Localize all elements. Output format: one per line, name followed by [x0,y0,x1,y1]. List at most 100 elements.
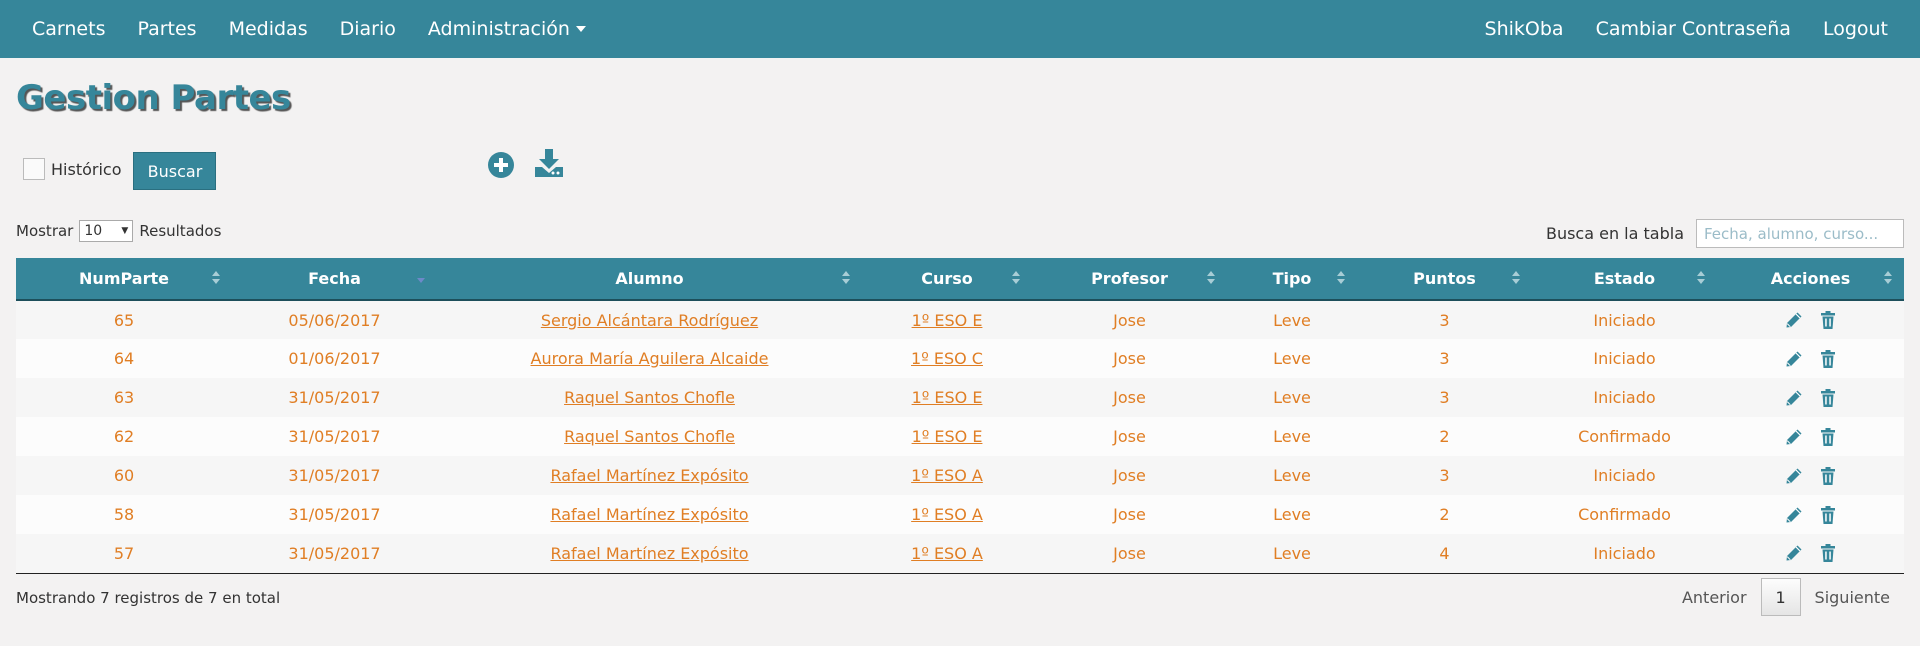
cell-estado: Iniciado [1532,534,1717,574]
cell-profesor: Jose [1032,339,1227,378]
cell-acciones [1717,495,1904,534]
cell-fecha: 05/06/2017 [232,300,437,339]
cell-estado: Iniciado [1532,339,1717,378]
cell-acciones [1717,417,1904,456]
cell-numparte: 57 [16,534,232,574]
edit-pencil-icon[interactable] [1784,388,1804,408]
edit-pencil-icon[interactable] [1784,543,1804,563]
alumno-link[interactable]: Rafael Martínez Expósito [550,466,748,485]
col-label: Tipo [1272,269,1312,288]
curso-link[interactable]: 1º ESO E [912,388,983,407]
cell-curso: 1º ESO E [862,300,1032,339]
col-header-tipo[interactable]: Tipo [1227,258,1357,301]
trash-icon[interactable] [1818,543,1838,563]
download-icon[interactable] [533,148,565,178]
trash-icon[interactable] [1818,388,1838,408]
curso-link[interactable]: 1º ESO A [911,466,983,485]
col-header-puntos[interactable]: Puntos [1357,258,1532,301]
cell-tipo: Leve [1227,300,1357,339]
pagination: Anterior 1 Siguiente [1668,578,1904,616]
curso-link[interactable]: 1º ESO C [911,349,983,368]
alumno-link[interactable]: Raquel Santos Chofle [564,427,735,446]
edit-pencil-icon[interactable] [1784,466,1804,486]
cell-acciones [1717,339,1904,378]
filter-toolbar: Histórico Buscar [23,148,217,190]
nav-link-user[interactable]: ShikOba [1469,0,1580,58]
cell-curso: 1º ESO E [862,417,1032,456]
alumno-link[interactable]: Rafael Martínez Expósito [550,544,748,563]
nav-link-carnets[interactable]: Carnets [16,0,121,58]
trash-icon[interactable] [1818,466,1838,486]
nav-link-diario[interactable]: Diario [324,0,412,58]
trash-icon[interactable] [1818,349,1838,369]
cell-acciones [1717,300,1904,339]
trash-icon[interactable] [1818,505,1838,525]
alumno-link[interactable]: Aurora María Aguilera Alcaide [531,349,769,368]
edit-pencil-icon[interactable] [1784,505,1804,525]
table-row: 64 01/06/2017 Aurora María Aguilera Alca… [16,339,1904,378]
trash-icon[interactable] [1818,427,1838,447]
sort-icon [1512,271,1520,285]
cell-curso: 1º ESO E [862,378,1032,417]
pagination-next[interactable]: Siguiente [1801,588,1904,607]
cell-curso: 1º ESO C [862,339,1032,378]
col-header-alumno[interactable]: Alumno [437,258,862,301]
pagination-prev[interactable]: Anterior [1668,588,1761,607]
col-header-curso[interactable]: Curso [862,258,1032,301]
trash-icon[interactable] [1818,310,1838,330]
cell-acciones [1717,456,1904,495]
nav-link-logout[interactable]: Logout [1807,0,1904,58]
col-header-acciones[interactable]: Acciones [1717,258,1904,301]
search-input[interactable] [1696,219,1904,248]
col-header-fecha[interactable]: Fecha [232,258,437,301]
sort-icon [1207,271,1215,285]
buscar-button[interactable]: Buscar [133,152,217,190]
col-label: NumParte [79,269,169,288]
nav-left: Carnets Partes Medidas Diario Administra… [16,0,602,58]
edit-pencil-icon[interactable] [1784,349,1804,369]
cell-profesor: Jose [1032,300,1227,339]
nav-dropdown-administracion[interactable]: Administración [412,0,602,58]
edit-pencil-icon[interactable] [1784,427,1804,447]
sort-desc-icon [417,278,425,292]
cell-acciones [1717,534,1904,574]
cell-profesor: Jose [1032,417,1227,456]
curso-link[interactable]: 1º ESO E [912,427,983,446]
cell-numparte: 64 [16,339,232,378]
cell-numparte: 63 [16,378,232,417]
plus-circle-icon[interactable] [487,151,515,179]
nav-link-medidas[interactable]: Medidas [213,0,324,58]
cell-numparte: 60 [16,456,232,495]
alumno-link[interactable]: Sergio Alcántara Rodríguez [541,311,758,330]
edit-pencil-icon[interactable] [1784,310,1804,330]
pagination-page-1[interactable]: 1 [1760,578,1801,616]
col-header-profesor[interactable]: Profesor [1032,258,1227,301]
caret-down-icon [575,26,586,32]
length-prefix: Mostrar [16,222,74,240]
cell-puntos: 3 [1357,339,1532,378]
curso-link[interactable]: 1º ESO A [911,544,983,563]
cell-puntos: 2 [1357,495,1532,534]
sort-icon [1337,271,1345,285]
nav-link-change-password[interactable]: Cambiar Contraseña [1580,0,1807,58]
cell-estado: Iniciado [1532,300,1717,339]
cell-profesor: Jose [1032,378,1227,417]
nav-link-partes[interactable]: Partes [121,0,212,58]
select-arrow-icon: ▼ [121,226,129,236]
col-header-numparte[interactable]: NumParte [16,258,232,301]
sort-icon [1884,271,1892,285]
sort-icon [1697,271,1705,285]
cell-curso: 1º ESO A [862,495,1032,534]
alumno-link[interactable]: Rafael Martínez Expósito [550,505,748,524]
curso-link[interactable]: 1º ESO A [911,505,983,524]
cell-profesor: Jose [1032,534,1227,574]
historico-checkbox[interactable] [23,158,45,180]
col-label: Estado [1593,269,1656,288]
col-header-estado[interactable]: Estado [1532,258,1717,301]
cell-estado: Confirmado [1532,495,1717,534]
curso-link[interactable]: 1º ESO E [912,311,983,330]
cell-tipo: Leve [1227,456,1357,495]
page-length-select[interactable]: 10 ▼ [79,220,134,242]
col-label: Puntos [1413,269,1476,288]
alumno-link[interactable]: Raquel Santos Chofle [564,388,735,407]
